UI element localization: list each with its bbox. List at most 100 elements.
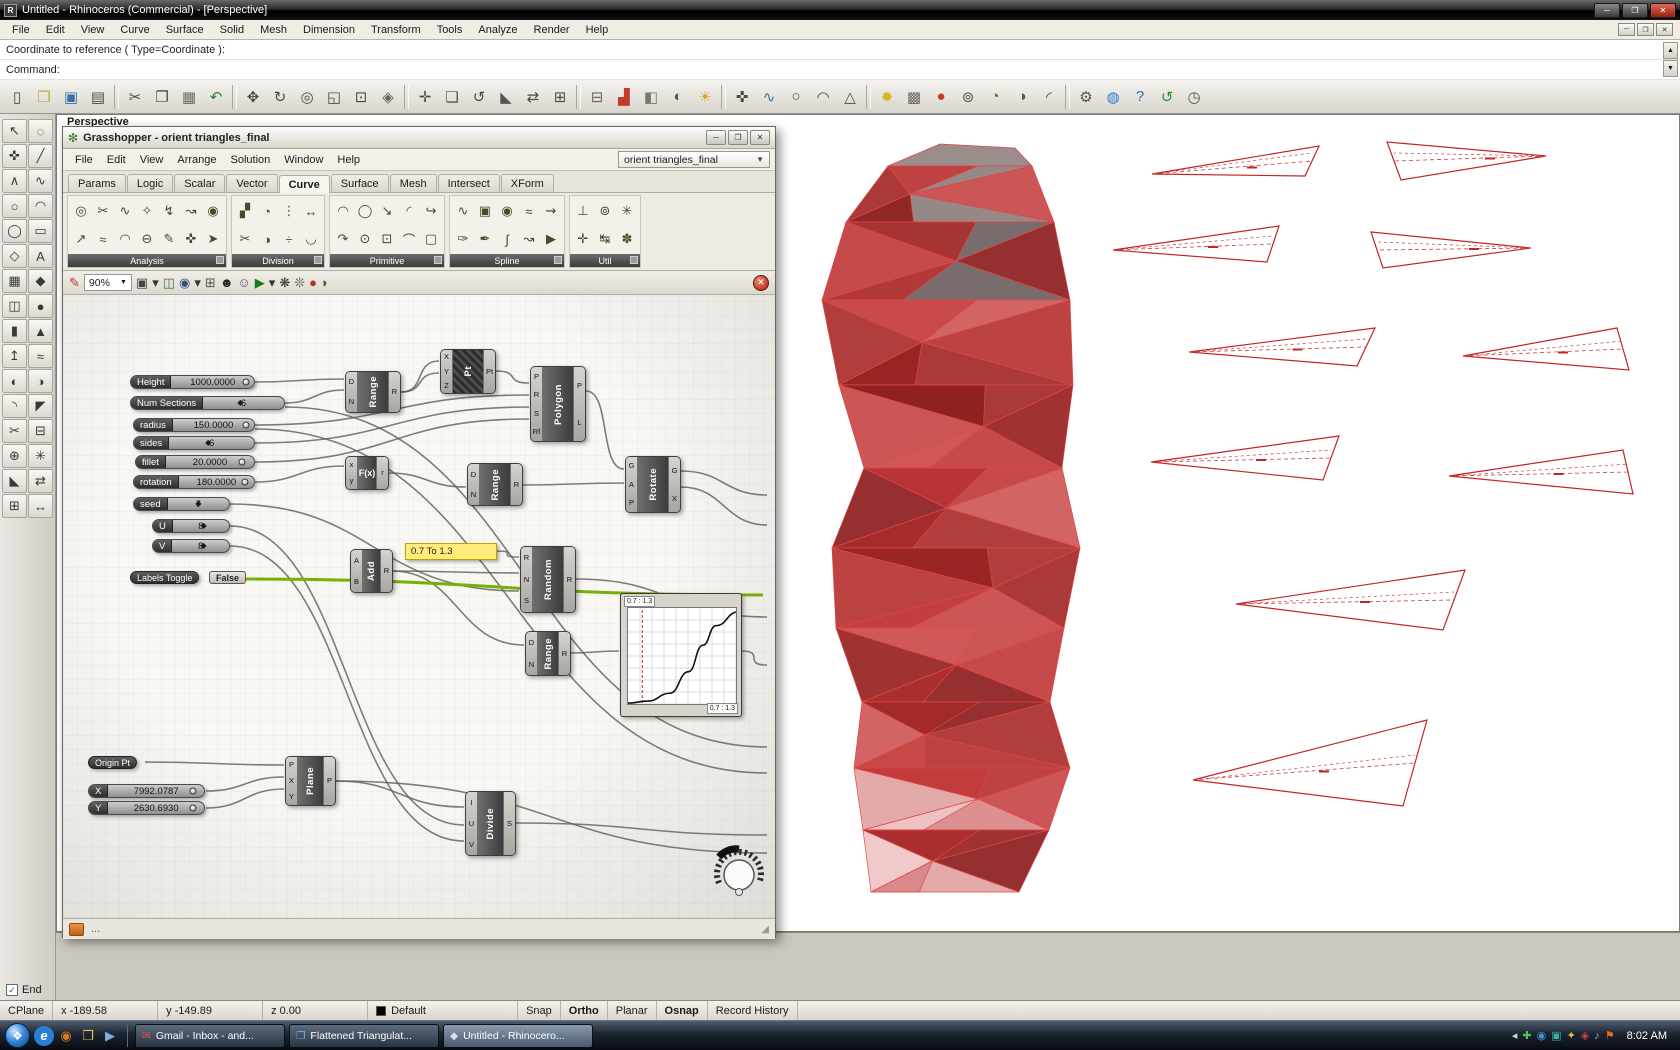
boolean-difference-icon[interactable]: ◑ xyxy=(28,369,53,393)
gear-icon[interactable]: ⚙ xyxy=(1073,84,1099,110)
tab-xform[interactable]: XForm xyxy=(501,174,554,192)
gh-tool-icon[interactable]: ✜ xyxy=(181,229,201,249)
slider-height[interactable]: Height1000.0000 xyxy=(130,375,255,389)
slider-seed[interactable]: seed7◆ xyxy=(133,497,230,511)
avatar-light-icon[interactable]: ☺ xyxy=(238,275,251,290)
torus-icon[interactable]: ⊚ xyxy=(955,84,981,110)
boolean-icon[interactable]: ◑ xyxy=(1009,84,1035,110)
output-port-pt[interactable]: Pt xyxy=(486,368,493,376)
sprite-icon[interactable]: ❋ xyxy=(279,275,290,291)
title-bar[interactable]: R Untitled - Rhinoceros (Commercial) - [… xyxy=(0,0,1680,20)
gh-tool-icon[interactable]: ✂ xyxy=(235,229,255,249)
mirror-icon[interactable]: ⇄ xyxy=(520,84,546,110)
caret-icon[interactable]: ▾ xyxy=(152,275,159,291)
split-tool-icon[interactable]: ⊟ xyxy=(28,419,53,443)
polyline-tool-icon[interactable]: ∧ xyxy=(2,169,27,193)
maximize-button[interactable]: ❐ xyxy=(1622,3,1648,18)
output-port-r[interactable]: r xyxy=(381,469,384,477)
preview-eye-icon[interactable]: ◉ xyxy=(179,275,190,291)
update-icon[interactable]: ✚ xyxy=(1522,1029,1531,1042)
antivirus-icon[interactable]: ◈ xyxy=(1581,1029,1589,1042)
slider-knob[interactable]: ◆ xyxy=(195,500,201,508)
doc-minimize-button[interactable]: ─ xyxy=(1618,23,1635,36)
gh-maximize-button[interactable]: ❐ xyxy=(728,130,748,145)
sync-icon[interactable]: ▣ xyxy=(1551,1029,1561,1042)
input-port-s[interactable]: S xyxy=(534,410,539,418)
trim-tool-icon[interactable]: ✂ xyxy=(2,419,27,443)
internet-explorer-icon[interactable]: e xyxy=(34,1026,54,1046)
gh-close-button[interactable]: ✕ xyxy=(750,130,770,145)
output-port-p[interactable]: P xyxy=(577,382,582,390)
input-port-n[interactable]: N xyxy=(529,661,534,669)
gh-tool-icon[interactable]: ✒ xyxy=(475,229,495,249)
tab-surface[interactable]: Surface xyxy=(331,174,389,192)
scale-icon[interactable]: ◣ xyxy=(493,84,519,110)
gh-tool-icon[interactable]: ↔ xyxy=(301,201,321,221)
polygon-icon[interactable]: △ xyxy=(837,84,863,110)
gh-tool-icon[interactable]: ⊚ xyxy=(595,201,615,221)
input-port-x[interactable]: x xyxy=(350,461,354,469)
graph-mapper[interactable]: 0.7 : 1.3 0.7 : 1.3 xyxy=(620,593,742,717)
caret-icon[interactable]: ▾ xyxy=(269,275,276,291)
widget-slider-icon[interactable]: ⊞ xyxy=(205,275,216,291)
input-port-n[interactable]: N xyxy=(471,491,476,499)
gh-menu-arrange[interactable]: Arrange xyxy=(170,152,223,168)
rectangle-tool-icon[interactable]: ▭ xyxy=(28,219,53,243)
sweep-tool-icon[interactable]: ◆ xyxy=(28,269,53,293)
gh-tool-icon[interactable]: ↯ xyxy=(159,201,179,221)
resize-grip-icon[interactable]: ◢ xyxy=(761,924,769,935)
ellipse-tool-icon[interactable]: ◯ xyxy=(2,219,27,243)
slider-rotation[interactable]: rotation180.0000 xyxy=(133,475,255,489)
origin-point-param[interactable]: Origin Pt xyxy=(88,756,137,769)
component-range[interactable]: DNRangeR xyxy=(525,631,571,676)
history-icon[interactable]: ◷ xyxy=(1181,84,1207,110)
gh-tool-icon[interactable]: ⊖ xyxy=(137,229,157,249)
gh-tool-icon[interactable]: ✂ xyxy=(93,201,113,221)
curve-icon[interactable]: ∿ xyxy=(756,84,782,110)
component-divide[interactable]: IUVDivideS xyxy=(465,791,516,856)
input-port-rf[interactable]: Rf xyxy=(533,428,541,436)
tab-scalar[interactable]: Scalar xyxy=(174,174,225,192)
save-icon[interactable]: ▣ xyxy=(58,84,84,110)
input-port-u[interactable]: U xyxy=(469,820,474,828)
slider-knob[interactable] xyxy=(189,788,196,795)
gh-tool-icon[interactable]: ⇝ xyxy=(541,201,561,221)
slider-knob[interactable]: ◆ xyxy=(200,542,206,550)
gh-tool-icon[interactable]: ▶ xyxy=(541,229,561,249)
task-button-gmail-inbox-and[interactable]: ✉Gmail - Inbox - and... xyxy=(135,1024,285,1048)
firefox-icon[interactable]: ◉ xyxy=(56,1026,76,1046)
menu-dimension[interactable]: Dimension xyxy=(295,22,363,38)
minimize-button[interactable]: ─ xyxy=(1594,3,1620,18)
gh-tool-icon[interactable]: ▞ xyxy=(235,201,255,221)
menu-transform[interactable]: Transform xyxy=(363,22,429,38)
gh-tool-icon[interactable]: ↘ xyxy=(377,201,397,221)
gh-menu-file[interactable]: File xyxy=(68,152,100,168)
cylinder-tool-icon[interactable]: ▮ xyxy=(2,319,27,343)
group-menu-icon[interactable] xyxy=(630,256,638,264)
gh-tool-icon[interactable]: ◠ xyxy=(333,201,353,221)
gh-menu-solution[interactable]: Solution xyxy=(224,152,278,168)
circle-tool-icon[interactable]: ○ xyxy=(2,194,27,218)
input-port-y[interactable]: y xyxy=(350,477,354,485)
gh-tool-icon[interactable]: ➤ xyxy=(203,229,223,249)
zoom-icon[interactable]: ◎ xyxy=(294,84,320,110)
menu-render[interactable]: Render xyxy=(526,22,578,38)
input-port-x[interactable]: X xyxy=(289,777,294,785)
gh-tool-icon[interactable]: ∿ xyxy=(453,201,473,221)
input-port-g[interactable]: G xyxy=(629,462,635,470)
gh-tool-icon[interactable]: ÷ xyxy=(279,229,299,249)
gh-tool-icon[interactable]: ⊙ xyxy=(355,229,375,249)
status-toggle-osnap[interactable]: Osnap xyxy=(657,1001,708,1020)
grid-icon[interactable]: ⊟ xyxy=(584,84,610,110)
gh-tool-icon[interactable]: ⋮ xyxy=(279,201,299,221)
polygon-tool-icon[interactable]: ◇ xyxy=(2,244,27,268)
arc-icon[interactable]: ◠ xyxy=(810,84,836,110)
tab-logic[interactable]: Logic xyxy=(127,174,173,192)
slider-knob[interactable] xyxy=(238,459,245,466)
end-snap-checkbox[interactable]: ✓ xyxy=(6,984,18,996)
status-toggle-ortho[interactable]: Ortho xyxy=(561,1001,608,1020)
menu-curve[interactable]: Curve xyxy=(112,22,157,38)
output-port-r[interactable]: R xyxy=(567,576,572,584)
array-tool-icon[interactable]: ⊞ xyxy=(2,494,27,518)
refresh-icon[interactable]: ↺ xyxy=(1154,84,1180,110)
